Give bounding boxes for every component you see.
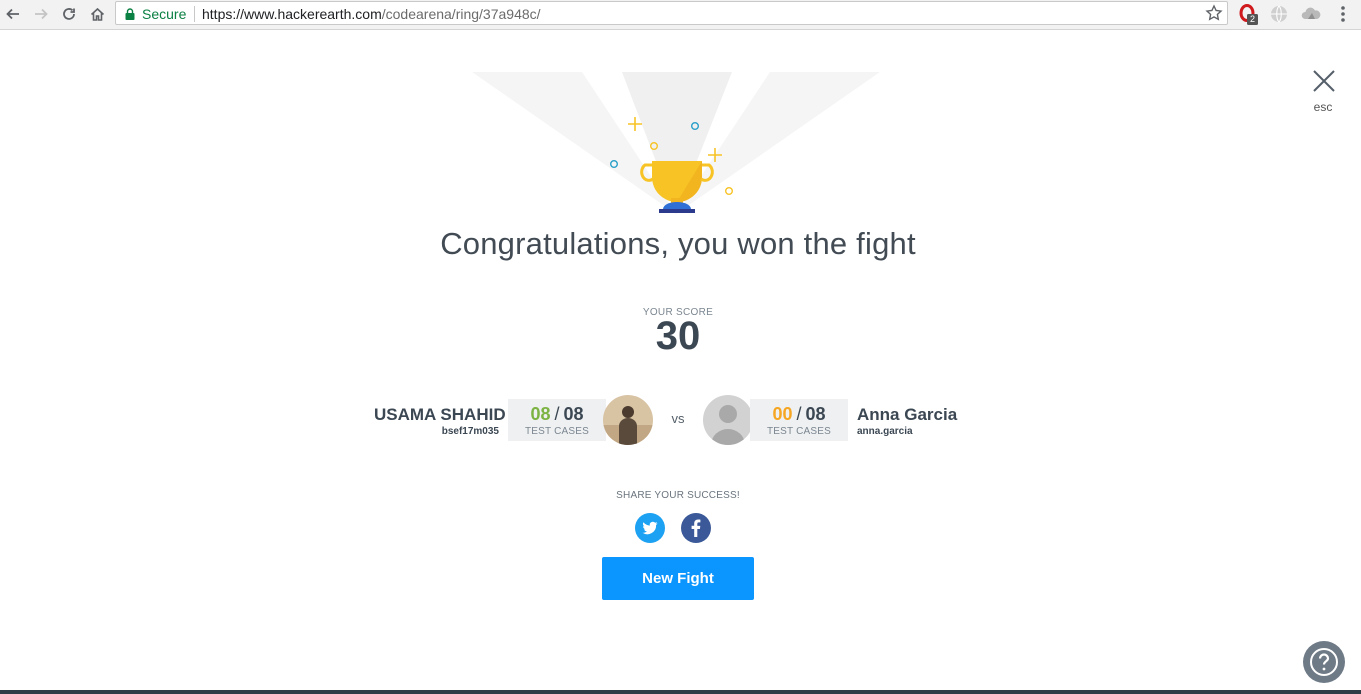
- new-fight-button[interactable]: New Fight: [602, 557, 754, 600]
- player-two-passed: 00: [772, 404, 793, 424]
- browser-toolbar: Secure https://www.hackerearth.com/codea…: [0, 0, 1361, 30]
- help-button[interactable]: [1303, 641, 1345, 683]
- vs-label: vs: [671, 411, 685, 426]
- question-mark-icon: [1310, 648, 1338, 676]
- player-one-total: 08: [563, 404, 584, 424]
- url-text[interactable]: https://www.hackerearth.com/codearena/ri…: [202, 6, 541, 22]
- extension-badge: 2: [1250, 14, 1256, 24]
- bottom-strip: [0, 690, 1361, 694]
- address-divider: [194, 6, 195, 22]
- share-label: SHARE YOUR SUCCESS!: [616, 490, 740, 501]
- esc-label: esc: [1313, 100, 1333, 114]
- player-one-name: USAMA SHAHID: [374, 405, 506, 424]
- player-two-cases-label: TEST CASES: [766, 426, 832, 437]
- url-path: /codearena/ring/37a948c/: [381, 6, 541, 22]
- player-one-avatar[interactable]: [603, 395, 653, 445]
- player-two-avatar[interactable]: [703, 395, 753, 445]
- player-two-total: 08: [805, 404, 826, 424]
- score-value: 30: [655, 314, 701, 358]
- forward-arrow-icon[interactable]: [30, 3, 52, 25]
- twitter-share-button[interactable]: [635, 513, 665, 543]
- facebook-share-button[interactable]: [681, 513, 711, 543]
- opera-extension-icon[interactable]: 2: [1238, 4, 1258, 25]
- cloud-extension-icon[interactable]: [1301, 4, 1321, 24]
- player-one-cases-label: TEST CASES: [524, 426, 590, 437]
- address-bar[interactable]: Secure https://www.hackerearth.com/codea…: [115, 1, 1228, 25]
- score-separator: /: [554, 404, 560, 424]
- player-one-test-score: 08/08: [508, 404, 606, 425]
- url-host: https://www.hackerearth.com: [202, 6, 382, 22]
- player-two-score-box: 00/08 TEST CASES: [750, 399, 848, 441]
- lock-icon: [125, 7, 135, 25]
- player-two-handle: anna.garcia: [857, 426, 913, 437]
- kebab-menu-icon[interactable]: [1334, 4, 1352, 24]
- reload-icon[interactable]: [58, 3, 80, 25]
- globe-icon[interactable]: [1269, 4, 1289, 24]
- congratulations-headline: Congratulations, you won the fight: [440, 226, 916, 261]
- player-one-handle: bsef17m035: [441, 426, 499, 437]
- player-two-name: Anna Garcia: [857, 405, 958, 424]
- trophy-icon: [472, 72, 880, 214]
- home-icon[interactable]: [86, 3, 108, 25]
- player-one-passed: 08: [530, 404, 551, 424]
- star-icon[interactable]: [1205, 4, 1223, 27]
- score-separator: /: [796, 404, 802, 424]
- back-arrow-icon[interactable]: [2, 3, 24, 25]
- facebook-icon: [691, 519, 701, 537]
- secure-label: Secure: [142, 6, 187, 22]
- player-one-score-box: 08/08 TEST CASES: [508, 399, 606, 441]
- player-two-test-score: 00/08: [750, 404, 848, 425]
- twitter-icon: [642, 521, 658, 535]
- close-icon[interactable]: [1310, 67, 1338, 95]
